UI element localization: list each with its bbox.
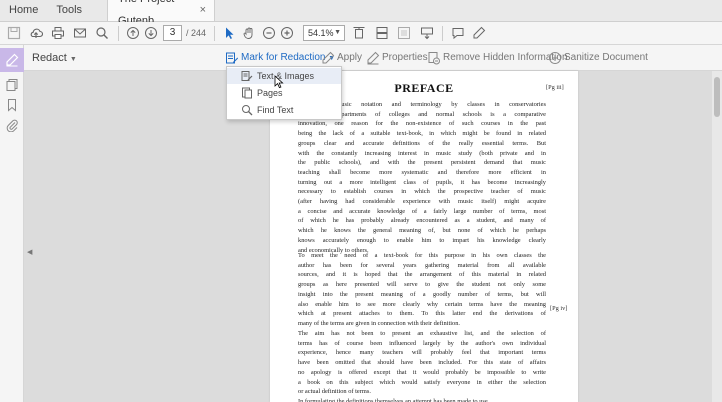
sanitize-icon bbox=[548, 51, 562, 65]
email-icon[interactable] bbox=[73, 26, 87, 40]
text-line: (after having had considerable experienc… bbox=[298, 198, 546, 206]
scrollbar-thumb[interactable] bbox=[714, 77, 720, 117]
text-line: In formulating the definitions themselve… bbox=[298, 398, 488, 402]
full-screen-icon[interactable] bbox=[397, 26, 411, 40]
comment-icon[interactable] bbox=[451, 26, 465, 40]
text-line: teaching shall become more systematic an… bbox=[298, 168, 546, 176]
remove-hidden-icon bbox=[427, 51, 441, 65]
page-marker: [Pg iii] bbox=[546, 84, 564, 91]
text-line: of which he has probably already encount… bbox=[298, 217, 546, 225]
tab-document[interactable]: The Project Gutenb... × bbox=[107, 0, 216, 27]
zoom-value: 54.1% bbox=[308, 28, 334, 38]
text-line: no apology is offered except that it wou… bbox=[298, 368, 546, 376]
text-line: sources, and it is hoped that the arrang… bbox=[298, 271, 546, 279]
text-line: also enable him to see more clearly why … bbox=[298, 300, 546, 308]
text-line: innovation, one reason for the non-exist… bbox=[298, 120, 546, 128]
text-line: have been omitted that should have been … bbox=[298, 359, 546, 367]
mark-redaction-icon[interactable] bbox=[225, 51, 239, 65]
text-line: being the lack of a suitable text-book, … bbox=[298, 130, 546, 138]
paragraph-2: To meet the need of a text-book for this… bbox=[298, 251, 546, 329]
text-line: To meet the need of a text-book for this… bbox=[298, 252, 546, 259]
read-mode-icon[interactable] bbox=[420, 26, 434, 40]
paragraph-4: In formulating the definitions themselve… bbox=[298, 397, 546, 402]
zoom-select[interactable]: 54.1% ▼ bbox=[303, 25, 345, 41]
menu-item-find-text[interactable]: Find Text bbox=[227, 102, 341, 118]
apply-button[interactable]: Apply bbox=[337, 52, 362, 64]
print-icon[interactable] bbox=[51, 26, 65, 40]
paragraph-3: The aim has not been to present an exhau… bbox=[298, 329, 546, 397]
properties-icon bbox=[366, 51, 380, 65]
menu-item-label: Find Text bbox=[257, 105, 294, 115]
scrolling-mode-icon[interactable] bbox=[375, 26, 389, 40]
vertical-scrollbar[interactable] bbox=[712, 71, 722, 402]
properties-button[interactable]: Properties bbox=[382, 52, 428, 64]
highlight-pen-icon[interactable] bbox=[472, 26, 486, 40]
chevron-down-icon: ▼ bbox=[334, 29, 341, 36]
text-line: a concise and accurate knowledge of a fa… bbox=[298, 207, 546, 215]
zoom-out-icon[interactable] bbox=[262, 26, 276, 40]
text-line: the public schools), and with the presen… bbox=[298, 159, 546, 167]
text-line: terms has of course been influenced larg… bbox=[298, 339, 546, 347]
left-rail bbox=[0, 45, 24, 402]
redact-pen-icon[interactable] bbox=[5, 53, 19, 67]
paragraph-1: study of music notation and terminology … bbox=[298, 100, 546, 255]
text-line: The aim has not been to present an exhau… bbox=[298, 330, 546, 337]
text-line: groups clear and accurate definitions of… bbox=[298, 139, 546, 147]
text-line: with the constantly increasing interest … bbox=[298, 149, 546, 157]
mouse-cursor-icon bbox=[274, 75, 284, 89]
tab-tools[interactable]: Tools bbox=[47, 0, 91, 21]
text-line: necessary to establish courses in which … bbox=[298, 188, 546, 196]
page-total: / 244 bbox=[186, 28, 207, 38]
document-page[interactable]: PREFACE [Pg iii] study of music notation… bbox=[270, 71, 578, 402]
text-line: or actual definition of terms. bbox=[298, 388, 371, 396]
bookmark-icon[interactable] bbox=[5, 98, 19, 112]
text-line: insight into the present meaning of a go… bbox=[298, 290, 546, 298]
apply-icon bbox=[321, 51, 335, 65]
redact-title-label: Redact bbox=[32, 52, 67, 64]
redact-toolbar: Redact ▼ Mark for Redaction ▼ Apply Prop… bbox=[24, 45, 722, 71]
save-icon[interactable] bbox=[7, 26, 21, 40]
cloud-upload-icon[interactable] bbox=[29, 26, 43, 40]
text-line: groups as here presented will serve to g… bbox=[298, 281, 546, 289]
text-line: which at present attaches to them. To th… bbox=[298, 310, 546, 318]
tab-bar: Home Tools The Project Gutenb... × bbox=[0, 0, 722, 27]
attachment-icon[interactable] bbox=[5, 118, 19, 132]
text-line: author has been for several years gather… bbox=[298, 261, 546, 269]
select-cursor-icon[interactable] bbox=[222, 26, 236, 40]
find-text-icon bbox=[241, 104, 253, 116]
page-down-icon[interactable] bbox=[144, 26, 158, 40]
main-toolbar: 3 / 244 54.1% ▼ bbox=[0, 22, 722, 45]
close-icon[interactable]: × bbox=[200, 0, 206, 21]
text-line: knows accurately enough to enable him to… bbox=[298, 236, 546, 244]
menu-item-label: Text & Images bbox=[257, 71, 315, 81]
tab-home[interactable]: Home bbox=[0, 0, 47, 21]
page-number-input[interactable]: 3 bbox=[163, 25, 182, 41]
redact-title[interactable]: Redact ▼ bbox=[32, 52, 77, 66]
search-icon[interactable] bbox=[95, 26, 109, 40]
pages-icon bbox=[241, 87, 253, 99]
collapse-panel-icon[interactable]: ◀ bbox=[27, 248, 32, 256]
text-line: turning out a more intelligent class of … bbox=[298, 178, 546, 186]
hand-tool-icon[interactable] bbox=[242, 26, 256, 40]
mark-redaction-menu: Text & Images Pages Find Text bbox=[226, 66, 342, 120]
menu-item-label: Pages bbox=[257, 88, 283, 98]
menu-item-pages[interactable]: Pages bbox=[227, 85, 341, 101]
page-thumbnails-icon[interactable] bbox=[5, 78, 19, 92]
text-line: experience, hence many teachers will pro… bbox=[298, 349, 546, 357]
chevron-down-icon: ▼ bbox=[69, 56, 77, 63]
zoom-in-icon[interactable] bbox=[280, 26, 294, 40]
text-line: which he knows the general meaning of, b… bbox=[298, 227, 546, 235]
sanitize-document-button[interactable]: Sanitize Document bbox=[564, 52, 648, 64]
fit-page-icon[interactable] bbox=[352, 26, 366, 40]
text-images-icon bbox=[241, 70, 253, 82]
page-marker: [Pg iv] bbox=[550, 305, 568, 312]
menu-item-text-images[interactable]: Text & Images bbox=[227, 68, 341, 84]
text-line: a book on this subject which would satis… bbox=[298, 378, 546, 386]
page-up-icon[interactable] bbox=[126, 26, 140, 40]
text-line: many of the terms are given in connectio… bbox=[298, 319, 461, 327]
mark-for-redaction-label: Mark for Redaction bbox=[241, 52, 326, 63]
